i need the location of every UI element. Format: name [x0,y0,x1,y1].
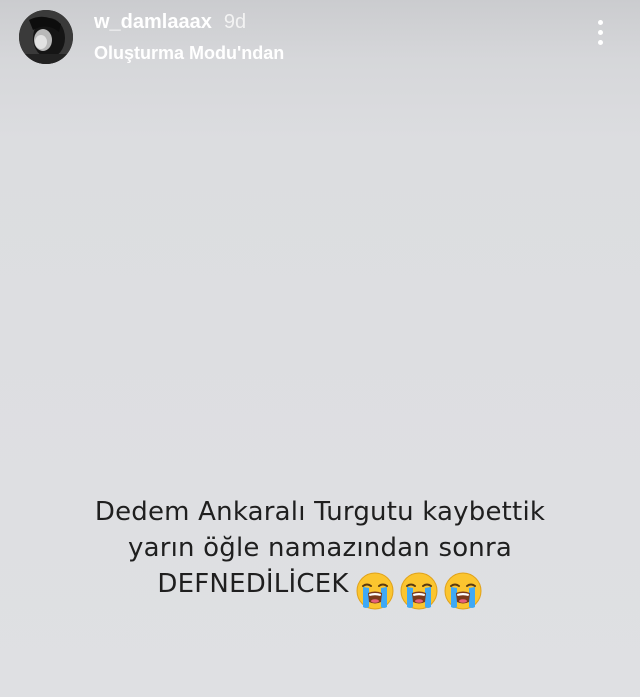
caption-line-3-text: DEFNEDİLİCEK [157,569,349,599]
loudly-crying-face-icon [356,572,394,609]
username[interactable]: w_damlaaax [94,11,212,33]
loudly-crying-face-icon [444,572,482,609]
caption-line-2: yarın öğle namazından sonra [127,533,513,563]
profile-avatar[interactable] [19,10,73,64]
loudly-crying-face-icon [400,572,438,609]
avatar-photo [19,10,73,64]
story-time: 9d [223,11,247,33]
story-caption: Dedem Ankaralı Turgutu kaybettik yarın ö… [40,494,600,611]
story-background: w_damlaaax 9d Oluşturma Modu'ndan Dedem A… [0,0,640,697]
caption-line-3: DEFNEDİLİCEK [40,566,600,611]
username-row: w_damlaaax 9d [94,10,246,34]
story-source-label[interactable]: Oluşturma Modu'ndan [94,42,284,64]
more-options-icon[interactable] [588,20,612,50]
crying-emoji-group [351,571,483,611]
caption-line-1: Dedem Ankaralı Turgutu kaybettik [94,497,546,527]
story-header: w_damlaaax 9d Oluşturma Modu'ndan [0,0,640,90]
